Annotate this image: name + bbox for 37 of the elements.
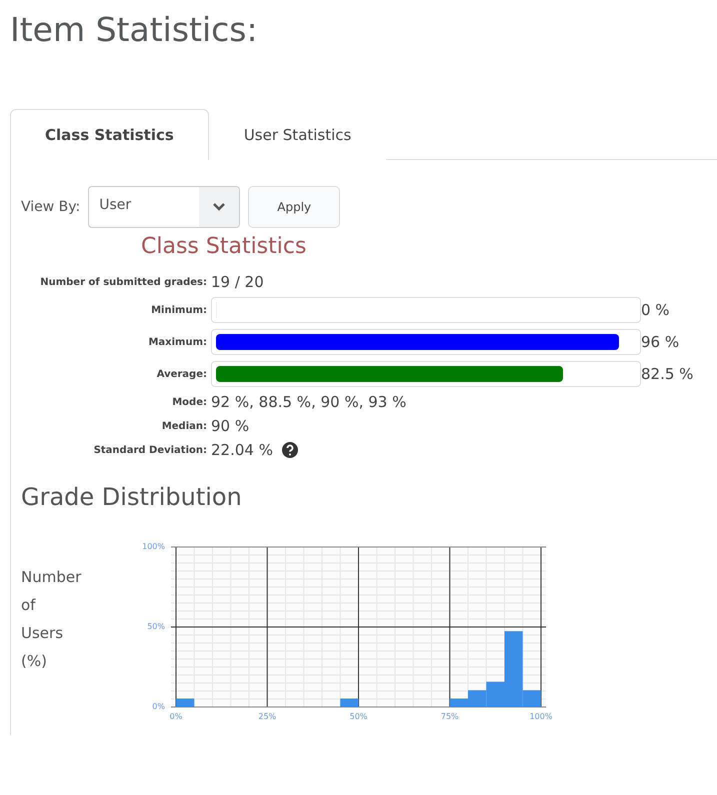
stat-label: Minimum: [150,304,208,316]
axis-title: Users [21,623,64,644]
stat-label: Maximum: [147,336,208,348]
axis-title: of [21,595,37,616]
stat-label: Median: [160,420,208,432]
stat-label: Average: [156,368,208,380]
axis-label: 50% [147,622,165,632]
section-title: Class Statistics [141,234,308,259]
histogram-bar [340,698,358,707]
axis-label: 75% [440,712,459,721]
axis-title: (%) [21,651,48,672]
axis-label: 0% [170,712,182,721]
chevron-down-icon [199,187,240,227]
stat-value: 0 % [641,301,671,319]
stat-value: 90 % [211,417,250,435]
tab[interactable]: Class Statistics [10,109,209,160]
stat-value: 82.5 % [641,365,694,383]
view-by-select[interactable]: User [88,186,240,228]
page-title: Item Statistics: [10,10,259,49]
stat-value: 96 % [641,333,680,351]
axis-label: 25% [258,712,276,721]
stat-label: Standard Deviation: [92,444,208,456]
axis-label: 100% [530,712,552,721]
axis-label: 100% [142,542,165,552]
axis-label: 50% [350,712,368,721]
stat-value: 92 %, 88.5 %, 90 %, 93 % [211,393,406,411]
stat-value: 19 / 20 [211,273,265,291]
axis-label: 0% [152,702,165,712]
stat-value: 22.04 % [211,441,273,459]
help-icon[interactable] [280,441,299,459]
stat-label: Mode: [171,396,208,408]
view-by-label: View By: [21,199,80,215]
histogram-bar [176,698,194,707]
apply-button[interactable]: Apply [248,186,340,228]
stat-label: Number of submitted grades: [39,276,208,288]
section-title: Grade Distribution [21,483,243,511]
axis-title: Number [21,567,82,588]
